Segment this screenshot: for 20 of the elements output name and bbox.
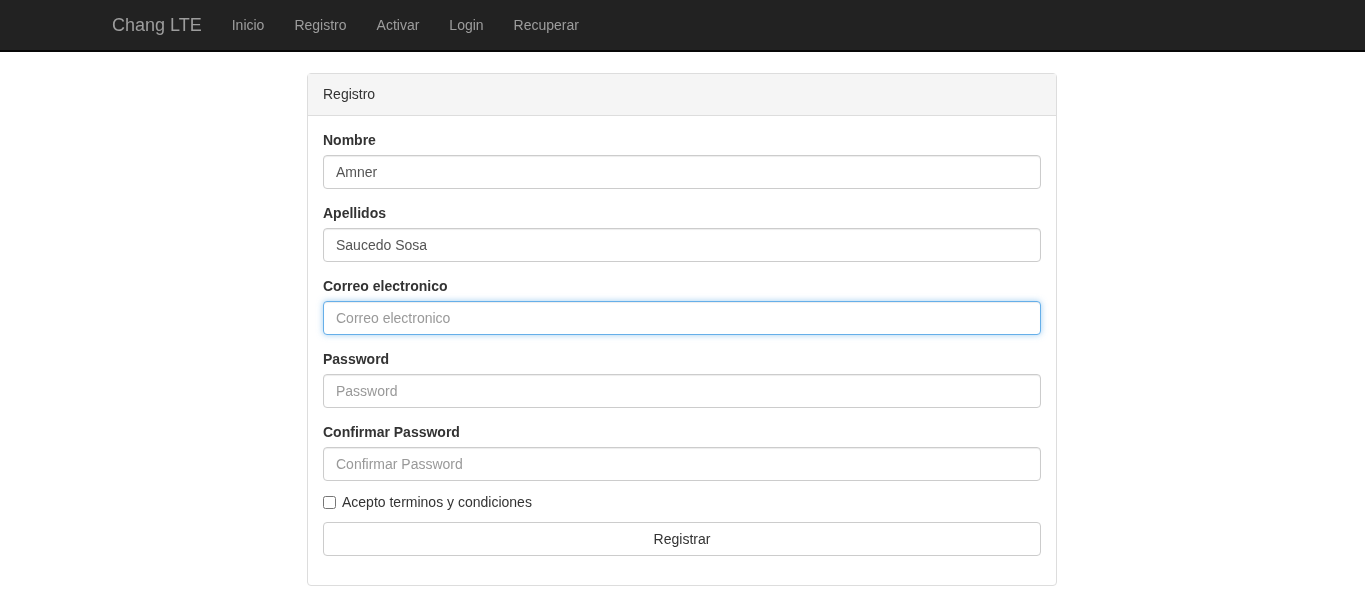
field-label: Nombre <box>323 131 376 149</box>
brand-link[interactable]: Chang LTE <box>112 14 202 36</box>
input-field[interactable]: Confirmar Password <box>323 447 1041 481</box>
terms-checkbox[interactable] <box>323 495 336 509</box>
nav-link[interactable]: Activar <box>376 17 420 33</box>
nav-link[interactable]: Inicio <box>231 17 265 33</box>
input-field[interactable]: Correo electronico <box>323 301 1041 335</box>
register-button[interactable]: Registrar <box>323 522 1041 556</box>
panel-title: Registro <box>323 86 376 102</box>
nav-link[interactable]: Registro <box>294 17 347 33</box>
input-field[interactable]: Amner <box>323 155 1041 189</box>
field-label: Correo electronico <box>323 277 448 295</box>
nav-link[interactable]: Recuperar <box>513 17 579 33</box>
field-label: Apellidos <box>323 204 386 222</box>
checkbox-label: Acepto terminos y condiciones <box>342 494 532 510</box>
input-field[interactable]: Password <box>323 374 1041 408</box>
nav-link[interactable]: Login <box>449 17 484 33</box>
field-label: Confirmar Password <box>323 423 460 441</box>
input-field[interactable]: Saucedo Sosa <box>323 228 1041 262</box>
field-label: Password <box>323 350 390 368</box>
